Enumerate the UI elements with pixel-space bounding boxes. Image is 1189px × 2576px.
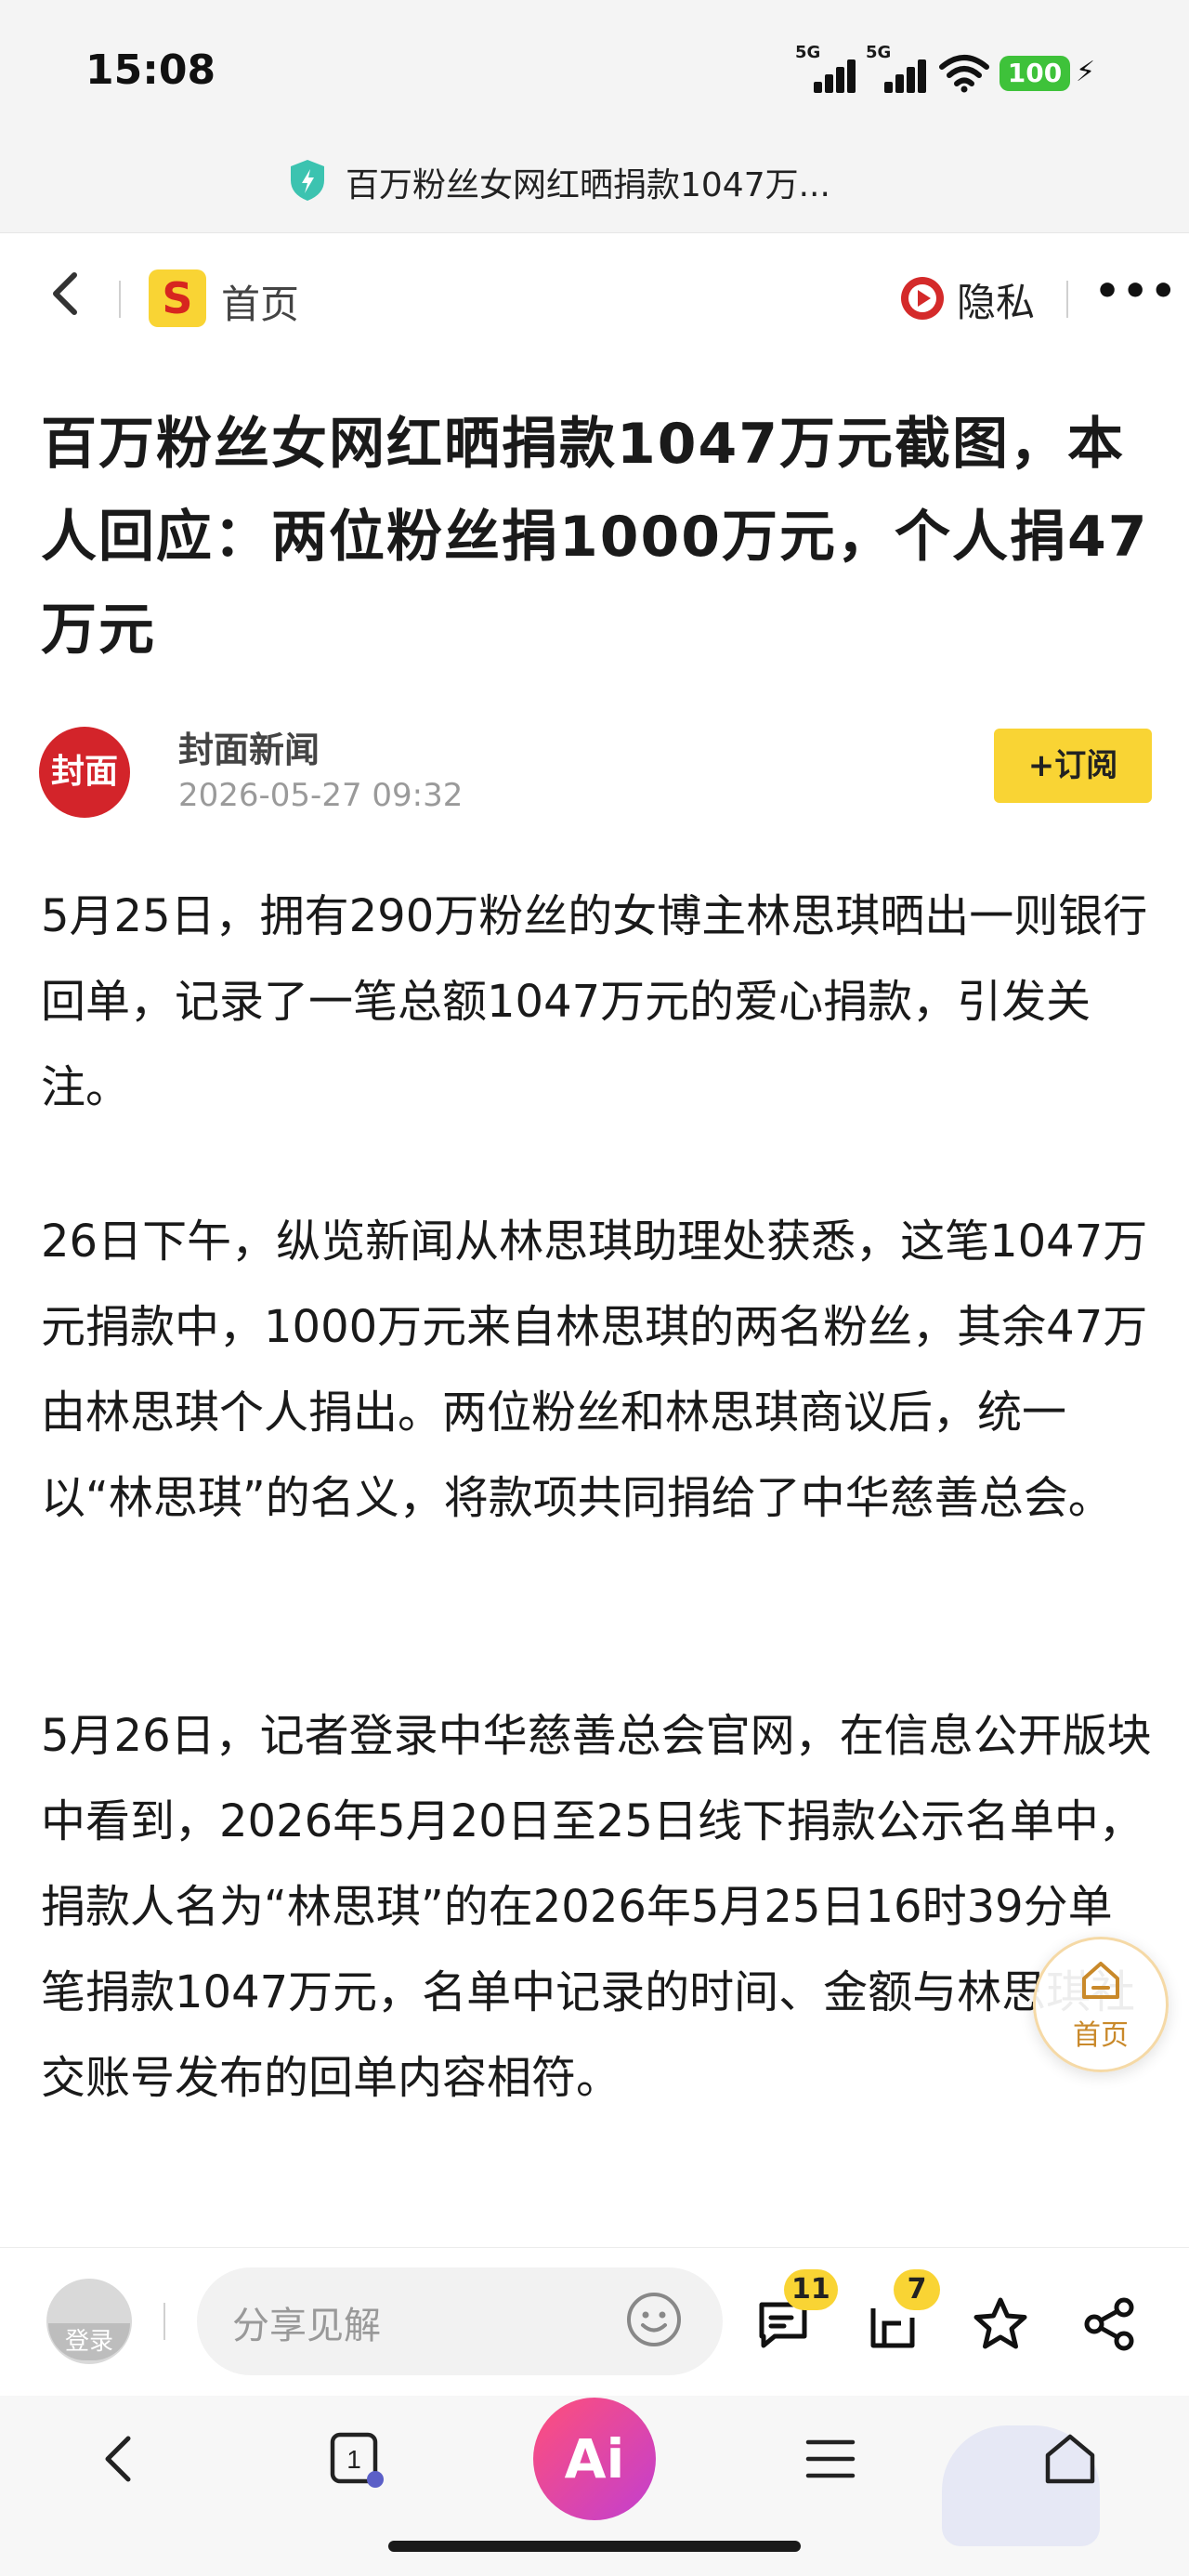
secure-shield-icon: [291, 160, 324, 201]
article-paragraph: 26日下午，纵览新闻从林思琪助理处获悉，这笔1047万元捐款中，1000万元来自…: [41, 1216, 1148, 1524]
article-paragraph: 5月25日，拥有290万粉丝的女博主林思琪晒出一则银行回单，记录了一笔总额104…: [41, 890, 1148, 1113]
page-title[interactable]: 百万粉丝女网红晒捐款1047万...: [346, 158, 830, 206]
status-time: 15:08: [85, 46, 216, 94]
back-chevron-icon[interactable]: [45, 268, 85, 320]
comment-placeholder[interactable]: 分享见解: [232, 2295, 381, 2349]
star-favorite-icon[interactable]: [972, 2295, 1029, 2353]
source-avatar[interactable]: 封面: [39, 727, 130, 818]
divider: [119, 281, 121, 318]
ai-assistant-button[interactable]: Ai: [533, 2398, 656, 2520]
browser-back-icon[interactable]: [91, 2429, 150, 2489]
comment-count-badge: 11: [784, 2269, 838, 2310]
floating-home-button[interactable]: 首页: [1033, 1937, 1169, 2072]
article-paragraph: 5月26日，记者登录中华慈善总会官网，在信息公开版块中看到，2026年5月20日…: [41, 1710, 1152, 2104]
home-icon: [1082, 1962, 1119, 1999]
menu-icon[interactable]: [801, 2429, 860, 2489]
privacy-button[interactable]: 隐私: [957, 271, 1035, 328]
wifi-icon: [939, 55, 989, 93]
tabs-icon[interactable]: 1: [327, 2429, 386, 2489]
tab-count: 1: [346, 2445, 361, 2474]
article-headline: 百万粉丝女网红晒捐款1047万元截图，本人回应：两位粉丝捐1000万元，个人捐4…: [41, 412, 1149, 663]
gesture-bar[interactable]: [388, 2541, 801, 2552]
subscribe-button[interactable]: +订阅: [994, 729, 1152, 803]
collect-count-badge: 7: [894, 2269, 940, 2310]
floating-home-label: 首页: [1073, 2019, 1129, 2052]
source-name[interactable]: 封面新闻: [178, 721, 320, 772]
share-icon[interactable]: [1081, 2295, 1139, 2353]
emoji-icon[interactable]: [624, 2290, 684, 2349]
divider: [1066, 281, 1068, 318]
home-link[interactable]: 首页: [221, 273, 299, 330]
app-logo[interactable]: S: [149, 269, 206, 327]
privacy-play-icon: [901, 277, 944, 320]
more-options-button[interactable]: •••: [1094, 268, 1178, 315]
charging-bolt-icon: ⚡: [1076, 56, 1096, 88]
battery-indicator: 100: [1000, 56, 1070, 91]
publish-date: 2026-05-27 09:32: [178, 777, 464, 814]
browser-home-icon[interactable]: [1040, 2429, 1100, 2489]
divider: [163, 2303, 165, 2340]
